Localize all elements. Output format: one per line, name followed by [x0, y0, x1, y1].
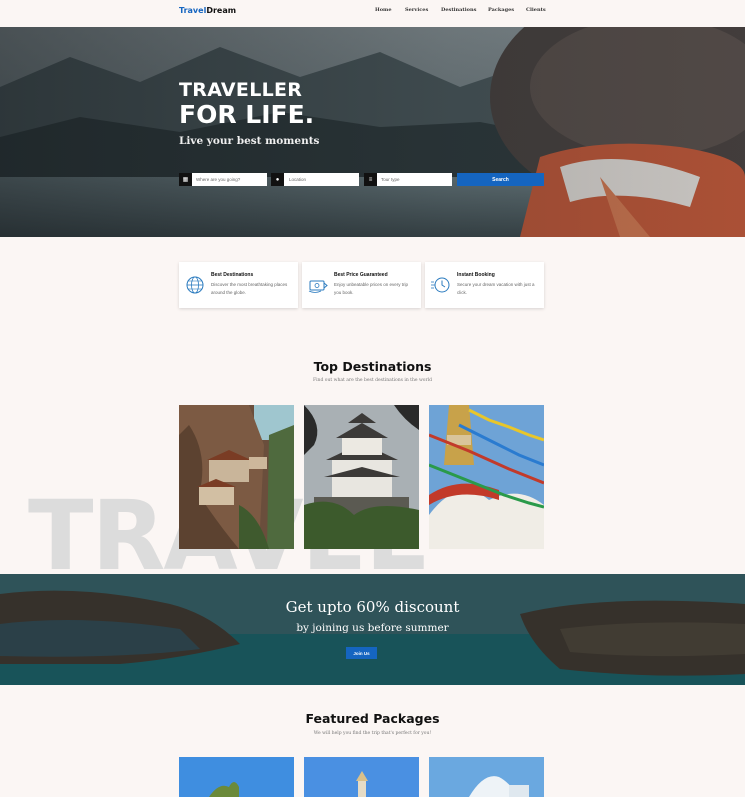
hero-section: TRAVELLER FOR LIFE. Live your best momen… — [0, 27, 745, 237]
featured-packages-subtitle: We will help you find the trip that's pe… — [313, 731, 432, 736]
package-image-1[interactable] — [179, 757, 294, 797]
nav-link-services[interactable]: Services — [405, 7, 428, 13]
search-button[interactable]: Search — [457, 173, 544, 186]
globe-icon — [186, 276, 204, 294]
hero-title-line1: TRAVELLER — [179, 79, 303, 101]
package-image-2[interactable] — [304, 757, 419, 797]
feature-title: Instant Booking — [457, 272, 495, 278]
feature-title: Best Destinations — [211, 272, 254, 278]
feature-description: Secure your dream vacation with just a c… — [457, 282, 535, 295]
nav-link-destinations[interactable]: Destinations — [441, 7, 476, 13]
map-icon: ▦ — [179, 173, 192, 186]
tour-type-field[interactable]: ≡ Tour type — [364, 173, 452, 186]
logo-part-dream: Dream — [206, 6, 237, 15]
location-field[interactable]: ● Location — [271, 173, 359, 186]
feature-card-booking: Instant Booking Secure your dream vacati… — [425, 262, 544, 308]
package-image-3[interactable] — [429, 757, 544, 797]
hero-subtitle: Live your best moments — [179, 135, 320, 147]
location-input[interactable]: Location — [284, 177, 306, 182]
destination-input[interactable]: Where are you going? — [192, 177, 240, 182]
destination-image-cliff-monastery[interactable] — [179, 405, 294, 549]
feature-card-price: Best Price Guaranteed Enjoy unbeatable p… — [302, 262, 421, 308]
feature-description: Enjoy unbeatable prices on every trip yo… — [334, 282, 409, 295]
promo-subheadline: by joining us before summer — [296, 622, 449, 634]
logo-part-travel: Travel — [179, 6, 207, 15]
hero-title-line2: FOR LIFE. — [179, 100, 315, 129]
feature-card-destinations: Best Destinations Discover the most brea… — [179, 262, 298, 308]
feature-description: Discover the most breathtaking places ar… — [211, 282, 288, 295]
list-icon: ≡ — [364, 173, 377, 186]
nav-link-clients[interactable]: Clients — [526, 7, 546, 13]
promo-banner: Get upto 60% discount by joining us befo… — [0, 574, 745, 685]
destination-field[interactable]: ▦ Where are you going? — [179, 173, 267, 186]
join-us-button[interactable]: Join Us — [346, 647, 377, 659]
top-destinations-subtitle: Find out what are the best destinations … — [313, 378, 432, 383]
location-pin-icon: ● — [271, 173, 284, 186]
destination-image-stupa[interactable] — [429, 405, 544, 549]
featured-packages-title: Featured Packages — [305, 711, 440, 726]
nav-link-home[interactable]: Home — [375, 7, 392, 13]
clock-icon — [431, 277, 450, 293]
destination-image-japanese-castle[interactable] — [304, 405, 419, 549]
top-destinations-title: Top Destinations — [313, 359, 432, 374]
top-navbar: TravelDream Home Services Destinations P… — [0, 0, 745, 27]
promo-headline: Get upto 60% discount — [285, 598, 460, 616]
brand-logo[interactable]: TravelDream — [179, 6, 236, 15]
feature-title: Best Price Guaranteed — [334, 272, 388, 278]
tour-type-input[interactable]: Tour type — [377, 177, 400, 182]
nav-link-packages[interactable]: Packages — [488, 7, 514, 13]
price-tag-icon — [308, 280, 328, 293]
